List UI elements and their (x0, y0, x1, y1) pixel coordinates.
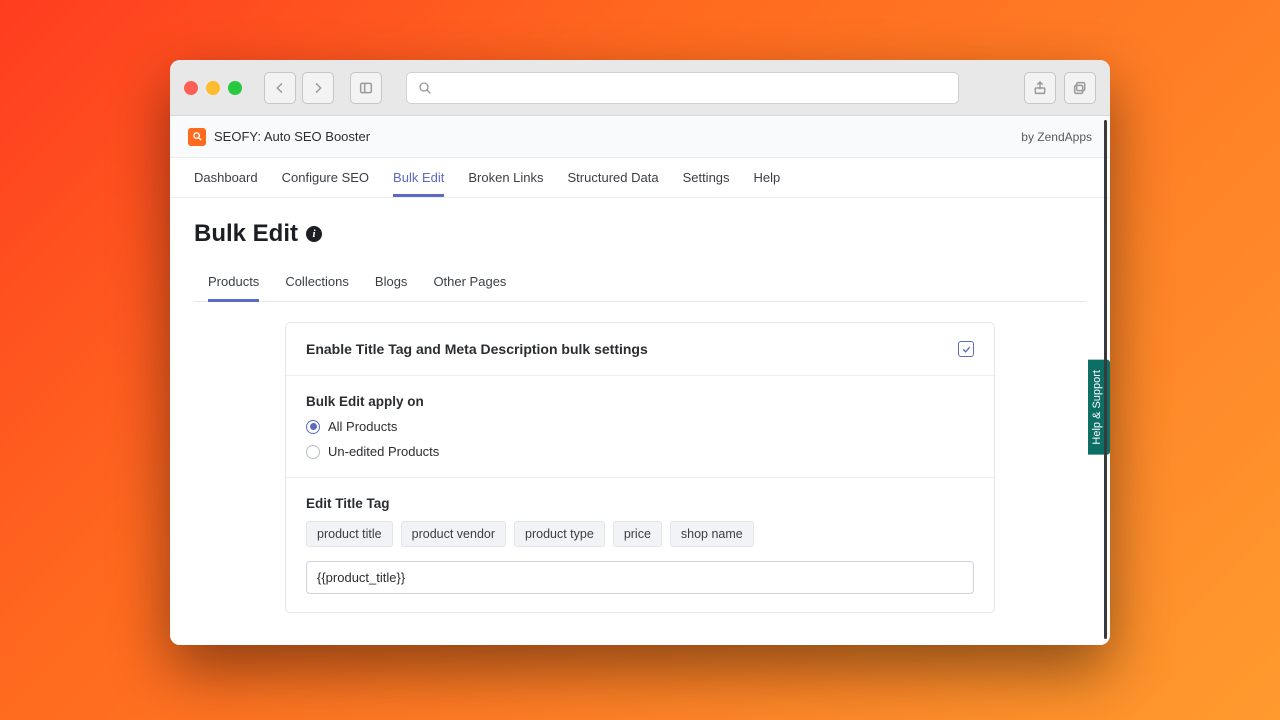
radio-unedited-products[interactable]: Un-edited Products (306, 444, 974, 459)
chip-product-vendor[interactable]: product vendor (401, 521, 506, 547)
tabs-button[interactable] (1064, 72, 1096, 104)
nav-bulk-edit[interactable]: Bulk Edit (393, 159, 444, 196)
chevron-right-icon (310, 80, 326, 96)
check-icon (961, 344, 972, 355)
close-icon[interactable] (184, 81, 198, 95)
info-icon[interactable]: i (306, 226, 322, 242)
bulk-edit-card: Enable Title Tag and Meta Description bu… (285, 322, 995, 613)
nav-dashboard[interactable]: Dashboard (194, 159, 258, 196)
forward-button[interactable] (302, 72, 334, 104)
scrollbar[interactable] (1104, 120, 1107, 639)
enable-checkbox[interactable] (958, 341, 974, 357)
app-title-group: SEOFY: Auto SEO Booster (188, 128, 370, 146)
chip-shop-name[interactable]: shop name (670, 521, 754, 547)
subtab-other-pages[interactable]: Other Pages (433, 262, 506, 301)
subtab-products[interactable]: Products (208, 262, 259, 301)
app-window: SEOFY: Auto SEO Booster by ZendApps Dash… (170, 60, 1110, 645)
nav-help[interactable]: Help (754, 159, 781, 196)
window-controls (184, 81, 242, 95)
chip-product-type[interactable]: product type (514, 521, 605, 547)
radio-all-products[interactable]: All Products (306, 419, 974, 434)
radio-icon (306, 445, 320, 459)
radio-label: All Products (328, 419, 397, 434)
radio-icon (306, 420, 320, 434)
app-name: SEOFY: Auto SEO Booster (214, 129, 370, 144)
chevron-left-icon (272, 80, 288, 96)
variable-chips: product title product vendor product typ… (306, 521, 974, 547)
nav-group (264, 72, 334, 104)
title-tag-heading: Edit Title Tag (306, 496, 974, 511)
main-nav: Dashboard Configure SEO Bulk Edit Broken… (170, 158, 1110, 198)
maximize-icon[interactable] (228, 81, 242, 95)
apply-title: Bulk Edit apply on (306, 394, 974, 409)
sidebar-icon (358, 80, 374, 96)
share-button[interactable] (1024, 72, 1056, 104)
chrome-right-group (1024, 72, 1096, 104)
share-icon (1032, 80, 1048, 96)
chip-product-title[interactable]: product title (306, 521, 393, 547)
page-title: Bulk Edit (194, 220, 298, 248)
tabs-icon (1072, 80, 1088, 96)
app-logo-icon (188, 128, 206, 146)
title-tag-input[interactable] (306, 561, 974, 594)
nav-configure-seo[interactable]: Configure SEO (282, 159, 369, 196)
nav-structured-data[interactable]: Structured Data (568, 159, 659, 196)
chip-price[interactable]: price (613, 521, 662, 547)
nav-broken-links[interactable]: Broken Links (468, 159, 543, 196)
app-header: SEOFY: Auto SEO Booster by ZendApps (170, 116, 1110, 158)
apply-section: Bulk Edit apply on All Products Un-edite… (286, 376, 994, 478)
title-tag-section: Edit Title Tag product title product ven… (286, 478, 994, 612)
search-icon (417, 80, 433, 96)
address-bar[interactable] (406, 72, 959, 104)
enable-label: Enable Title Tag and Meta Description bu… (306, 341, 648, 357)
enable-section: Enable Title Tag and Meta Description bu… (286, 323, 994, 376)
sub-tabs: Products Collections Blogs Other Pages (194, 262, 1086, 302)
back-button[interactable] (264, 72, 296, 104)
subtab-collections[interactable]: Collections (285, 262, 349, 301)
content-area: Bulk Edit i Products Collections Blogs O… (170, 198, 1110, 645)
page-title-row: Bulk Edit i (194, 220, 1086, 248)
app-byline: by ZendApps (1021, 130, 1092, 144)
radio-label: Un-edited Products (328, 444, 439, 459)
nav-settings[interactable]: Settings (683, 159, 730, 196)
sidebar-toggle-button[interactable] (350, 72, 382, 104)
subtab-blogs[interactable]: Blogs (375, 262, 408, 301)
browser-chrome (170, 60, 1110, 116)
minimize-icon[interactable] (206, 81, 220, 95)
